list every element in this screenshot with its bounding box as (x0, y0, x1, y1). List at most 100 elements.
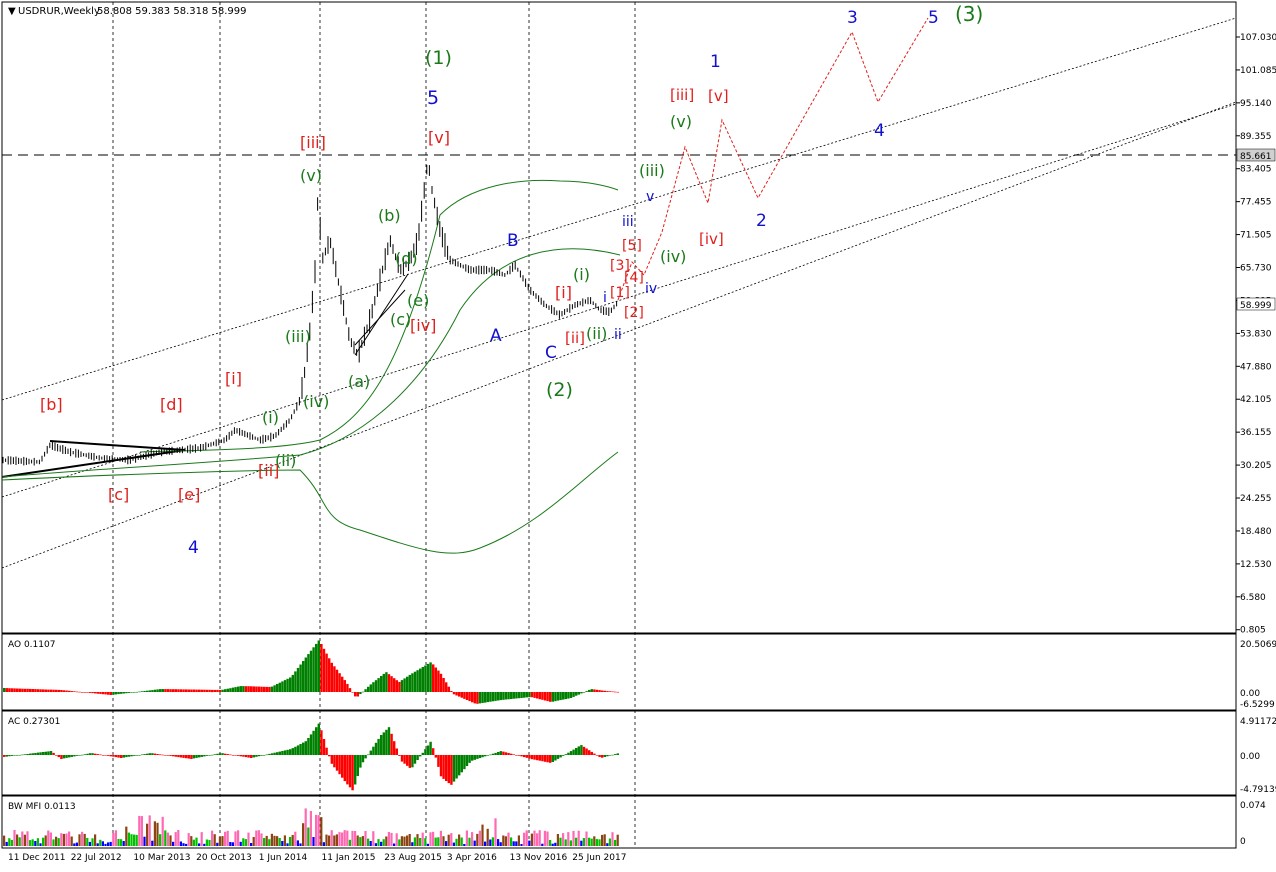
mfi-bar (3, 835, 6, 846)
ac-bar (205, 755, 209, 756)
ac-bar (226, 754, 229, 755)
ao-bar (70, 691, 73, 692)
wave-label: [1] (610, 285, 630, 301)
collapse-arrow-icon[interactable]: ▼ (8, 6, 16, 17)
mfi-bar (294, 831, 297, 846)
ac-bar (174, 755, 177, 757)
ao-bar (44, 689, 47, 692)
ac-bar (231, 755, 235, 756)
ac-bar (273, 752, 276, 755)
ac-bar (541, 755, 544, 762)
ao-bar (47, 689, 50, 692)
ac-bar (151, 753, 154, 755)
mfi-bar (484, 841, 487, 846)
mfi-bar (463, 844, 466, 846)
ac-bar (148, 753, 151, 755)
ac-bar (585, 748, 588, 755)
ao-bar (190, 689, 193, 692)
ac-bar (549, 755, 552, 763)
ao-bar (569, 692, 573, 698)
mfi-bar (44, 835, 47, 846)
price-tick-label: 77.455 (1240, 198, 1272, 208)
ao-bar (551, 692, 554, 702)
ac-bar (598, 755, 601, 757)
time-tick-label: 11 Jan 2015 (322, 853, 376, 863)
ac-bar (377, 738, 380, 755)
mfi-bar (494, 818, 497, 846)
ac-bar (614, 754, 617, 755)
mfi-bar (182, 843, 185, 846)
ac-bar (117, 755, 120, 758)
ao-bar (380, 676, 383, 692)
mfi-bar (88, 841, 91, 846)
mfi-bar (8, 838, 11, 846)
ao-bar (556, 692, 560, 701)
ao-bar (276, 684, 279, 692)
ac-bar (153, 753, 157, 755)
mfi-bar (562, 833, 565, 846)
mfi-bar (122, 841, 125, 846)
ao-bar (109, 692, 112, 695)
ao-bar (221, 689, 224, 692)
mfi-bar (497, 839, 500, 846)
mfi-bar (96, 843, 99, 846)
ac-bar (172, 755, 175, 757)
mfi-bar (473, 840, 476, 846)
mfi-bar (190, 836, 193, 846)
mfi-bar (564, 839, 567, 846)
ao-tick-zero: 0.00 (1240, 689, 1260, 699)
symbol-label: USDRUR,Weekly (18, 6, 100, 17)
mfi-bar (203, 843, 206, 846)
ao-bar (146, 690, 149, 692)
price-tick-label: 83.405 (1240, 165, 1272, 175)
ao-bar (42, 689, 45, 692)
ao-bar (3, 688, 6, 692)
ao-bar (192, 689, 196, 692)
middle-curve (1, 248, 621, 478)
ac-histogram (3, 723, 619, 791)
mfi-bar (413, 837, 416, 846)
ac-bar (476, 755, 479, 759)
ac-bar (502, 751, 505, 755)
ac-bar (270, 753, 274, 755)
mfi-bar (151, 840, 154, 846)
ao-bar (164, 689, 167, 692)
wave-label: 5 (928, 8, 939, 28)
mfi-bar (109, 841, 112, 846)
ac-bar (309, 734, 313, 755)
wave-label: (1) (425, 47, 452, 69)
mfi-bar (502, 835, 505, 846)
ao-bar (606, 691, 609, 692)
ao-bar (398, 681, 401, 692)
mfi-bar (471, 832, 474, 846)
ao-bar (177, 689, 180, 692)
mfi-bar (57, 838, 60, 846)
mfi-bar (216, 842, 219, 846)
ao-bar (325, 653, 328, 692)
ac-bar (75, 755, 79, 756)
ao-bar (143, 691, 146, 692)
chart-window[interactable]: [b] [d] [i] [iii] [v] [c] [e] [ii] [iv] [i] [ii] [1… (0, 0, 1276, 868)
ao-bar (138, 691, 141, 693)
ac-bar (582, 746, 586, 755)
ao-bar (247, 686, 250, 692)
ao-bar (502, 692, 505, 700)
ac-bar (23, 754, 27, 755)
mfi-bar (426, 843, 429, 846)
mfi-tick-top: 0.074 (1240, 801, 1266, 811)
ao-bar (601, 690, 604, 692)
ao-bar (385, 672, 388, 692)
ac-bar (140, 754, 144, 756)
mfi-bar (263, 838, 266, 846)
mfi-bar (533, 830, 536, 846)
wave-label: [iii] (670, 86, 694, 104)
mfi-bar (226, 830, 229, 846)
ac-bar (348, 755, 352, 788)
chart-canvas[interactable]: [b] [d][i][iii] [v][c] [e][ii][iv][i][ii][1… (0, 0, 1276, 868)
mfi-bar (99, 839, 102, 846)
mfi-bar (286, 843, 289, 846)
mfi-bar (270, 833, 273, 846)
ac-bar (447, 755, 450, 784)
mfi-bar (512, 841, 515, 846)
ao-bar (598, 690, 601, 692)
